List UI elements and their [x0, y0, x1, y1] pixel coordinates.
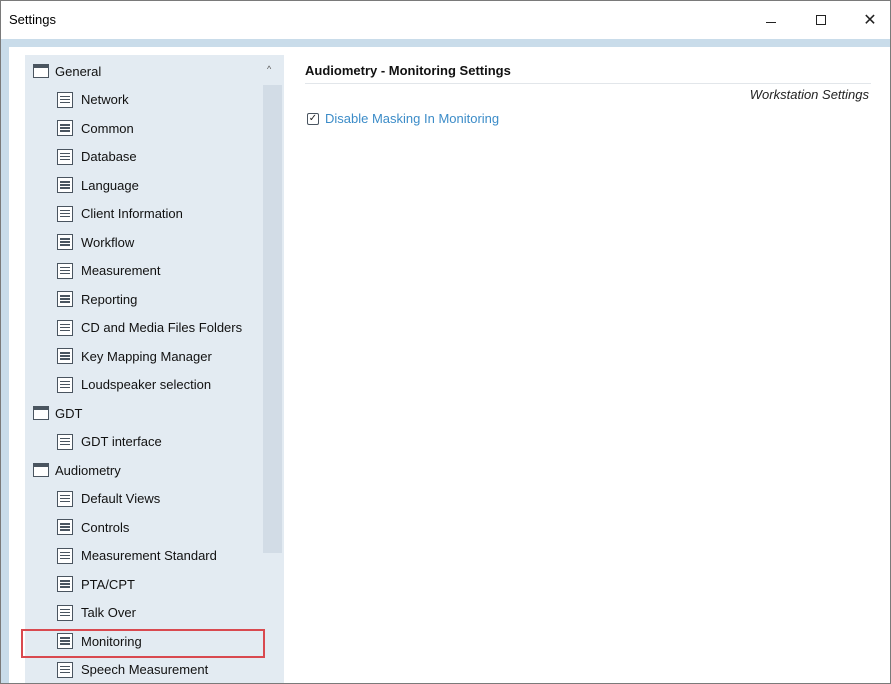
checkmark-icon: ✓	[308, 112, 318, 124]
tree-item-label: PTA/CPT	[81, 576, 135, 592]
tree-group-gdt[interactable]: GDT	[32, 401, 83, 425]
document-icon	[57, 319, 73, 336]
tree-item-label: Network	[81, 92, 129, 107]
disable-masking-option[interactable]: ✓ Disable Masking In Monitoring	[307, 111, 499, 126]
disable-masking-checkbox[interactable]: ✓	[307, 112, 319, 125]
document-icon	[57, 91, 73, 108]
workstation-settings-label: Workstation Settings	[749, 87, 869, 102]
tree-item-label: CD and Media Files Folders	[81, 320, 243, 335]
document-icon	[57, 376, 73, 393]
tree-item-measurement-standard[interactable]: Measurement Standard	[57, 544, 217, 568]
document-icon	[57, 576, 73, 592]
tree-item-label: Workflow	[81, 234, 135, 250]
tree-item-key-mapping-manager[interactable]: Key Mapping Manager	[57, 344, 212, 368]
document-icon	[57, 490, 73, 507]
document-icon	[57, 348, 73, 364]
tree-item-talk-over[interactable]: Talk Over	[57, 601, 136, 625]
title-divider	[305, 83, 871, 84]
page-title: Audiometry - Monitoring Settings	[305, 63, 511, 78]
tree-item-label: Client Information	[81, 206, 183, 221]
settings-window: Settings ✕ General Network Common Database L…	[0, 0, 891, 684]
tree-item-database[interactable]: Database	[57, 145, 137, 169]
tree-item-measurement[interactable]: Measurement	[57, 259, 160, 283]
content-panel: Audiometry - Monitoring Settings Worksta…	[305, 55, 890, 683]
tree-group-label: GDT	[55, 405, 83, 421]
tree-item-label: Database	[81, 149, 137, 164]
tree-group-label: Audiometry	[55, 462, 121, 478]
tree-item-common[interactable]: Common	[57, 116, 134, 140]
document-icon	[57, 604, 73, 621]
tree-item-label: Default Views	[81, 491, 161, 506]
tree-item-label: Talk Over	[81, 605, 136, 620]
tree-item-cd-and-media-files-folders[interactable]: CD and Media Files Folders	[57, 316, 242, 340]
minimize-icon	[766, 21, 776, 23]
folder-icon	[32, 462, 49, 477]
scroll-up-arrow-icon[interactable]: ^	[267, 64, 271, 74]
tree-item-pta-cpt[interactable]: PTA/CPT	[57, 572, 135, 596]
tree-item-label: Loudspeaker selection	[81, 377, 212, 392]
document-icon	[57, 547, 73, 564]
document-icon	[57, 205, 73, 222]
tree-item-reporting[interactable]: Reporting	[57, 287, 137, 311]
close-icon: ✕	[863, 12, 877, 29]
maximize-button[interactable]	[798, 1, 844, 39]
tree-item-label: Reporting	[81, 291, 138, 307]
disable-masking-label[interactable]: Disable Masking In Monitoring	[325, 111, 499, 126]
tree-item-label: Key Mapping Manager	[81, 348, 212, 364]
document-icon	[57, 661, 73, 678]
document-icon	[57, 148, 73, 165]
document-icon	[57, 262, 73, 279]
tree-item-label: Monitoring	[81, 633, 142, 649]
tree-item-label: Controls	[81, 519, 130, 535]
tree-item-label: GDT interface	[81, 434, 162, 449]
document-icon	[57, 177, 73, 193]
tree-item-label: Common	[81, 120, 134, 136]
tree-item-controls[interactable]: Controls	[57, 515, 129, 539]
minimize-button[interactable]	[748, 1, 794, 39]
tree-item-monitoring[interactable]: Monitoring	[57, 629, 142, 653]
tree-item-default-views[interactable]: Default Views	[57, 487, 160, 511]
scroll-thumb[interactable]	[263, 85, 282, 553]
tree-item-gdt-interface[interactable]: GDT interface	[57, 430, 162, 454]
tree-item-label: Speech Measurement	[81, 662, 209, 677]
close-button[interactable]: ✕	[847, 1, 890, 39]
tree-item-label: Measurement Standard	[81, 548, 217, 563]
tree-item-client-information[interactable]: Client Information	[57, 202, 183, 226]
tree-item-language[interactable]: Language	[57, 173, 139, 197]
left-border-strip	[1, 47, 9, 683]
tree-item-network[interactable]: Network	[57, 88, 129, 112]
tree-item-loudspeaker-selection[interactable]: Loudspeaker selection	[57, 373, 211, 397]
tree-item-label: Measurement	[81, 263, 161, 278]
settings-tree-panel: General Network Common Database Language Clie…	[25, 55, 284, 683]
tree-group-audiometry[interactable]: Audiometry	[32, 458, 121, 482]
title-bar[interactable]: Settings ✕	[1, 1, 890, 39]
tree-group-label: General	[55, 63, 102, 79]
tree-item-workflow[interactable]: Workflow	[57, 230, 134, 254]
document-icon	[57, 633, 73, 649]
document-icon	[57, 120, 73, 136]
sidebar-scrollbar[interactable]: ^	[261, 55, 284, 683]
window-title: Settings	[9, 12, 56, 27]
folder-icon	[32, 405, 49, 420]
tree-group-general[interactable]: General	[32, 59, 102, 83]
document-icon	[57, 433, 73, 450]
document-icon	[57, 291, 73, 307]
document-icon	[57, 234, 73, 250]
document-icon	[57, 519, 73, 535]
tree-item-speech-measurement[interactable]: Speech Measurement	[57, 658, 208, 682]
maximize-icon	[816, 15, 826, 25]
folder-icon	[32, 63, 49, 78]
header-band	[1, 39, 890, 47]
tree-item-label: Language	[81, 177, 139, 193]
